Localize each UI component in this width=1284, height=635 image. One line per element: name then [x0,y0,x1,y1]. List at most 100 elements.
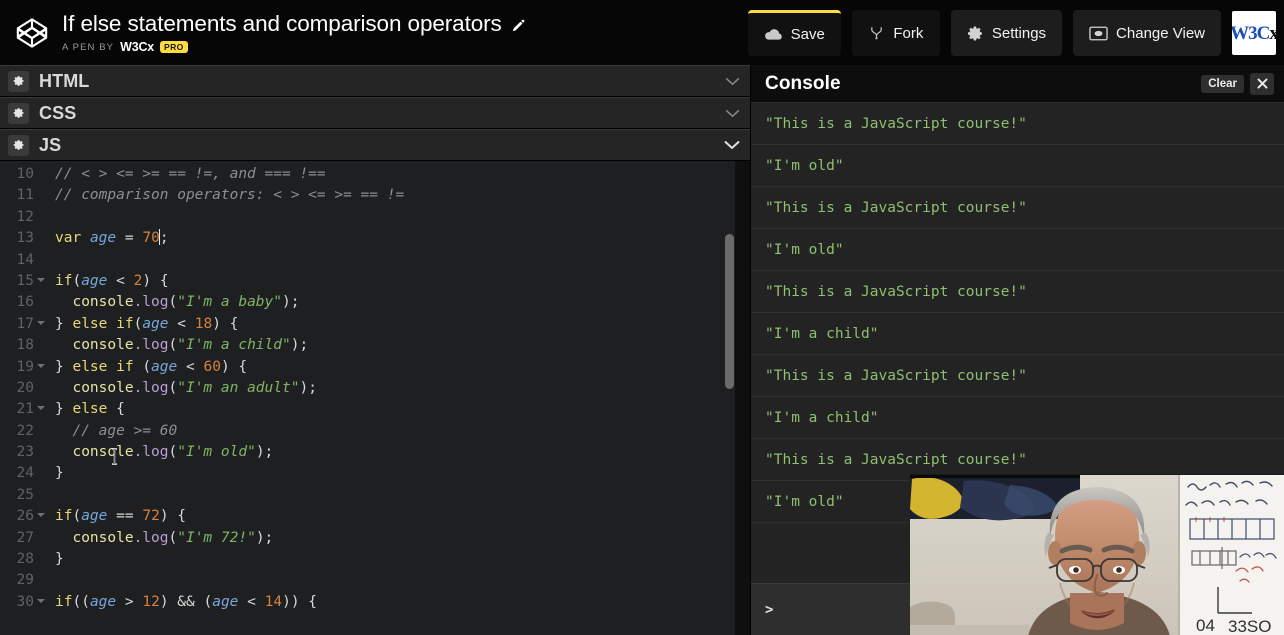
code-line[interactable]: console.log("I'm old"); [55,442,750,463]
svg-text:33SO: 33SO [1228,617,1271,635]
save-button[interactable]: Save [747,10,841,56]
line-number: 24 [16,465,34,482]
console-header-actions: Clear [1201,72,1274,95]
line-number: 21 [0,399,45,420]
editor-title-js: JS [39,134,62,155]
code-line[interactable]: if((age > 12) && (age < 14)) { [55,592,750,613]
gear-icon[interactable] [8,102,29,124]
editor-header-css[interactable]: CSS [0,97,750,129]
close-console-button[interactable] [1250,72,1274,95]
code-line[interactable]: if(age < 2) { [55,271,750,292]
line-number: 14 [16,251,34,268]
byline-username[interactable]: W3Cx [120,40,154,54]
body-area: HTML CSS JS 10 11 12 13 14 15 16 17 18 1… [0,65,1284,635]
console-log-entry: "This is a JavaScript course!" [751,271,1284,313]
line-number: 22 [16,422,34,439]
code-line[interactable]: console.log("I'm 72!"); [55,528,750,549]
line-number: 18 [16,337,34,354]
clear-console-button[interactable]: Clear [1201,74,1244,93]
console-log-entry: "I'm old" [751,229,1284,271]
console-log-entry: "I'm a child" [751,397,1284,439]
codepen-logo-icon[interactable] [14,15,50,51]
line-number: 16 [16,294,34,311]
w3cx-logo-blue: W3C [1232,22,1270,44]
top-bar: If else statements and comparison operat… [0,0,1284,65]
fork-icon [868,25,885,41]
line-number: 29 [16,572,34,589]
code-line[interactable] [55,250,750,271]
code-line[interactable]: } else if(age < 18) { [55,314,750,335]
line-number: 13 [16,230,34,247]
gear-icon [967,25,984,42]
pen-title-block: If else statements and comparison operat… [62,11,527,54]
console-header: Console Clear [751,65,1284,103]
gear-icon[interactable] [8,70,29,92]
console-log-entry: "This is a JavaScript course!" [751,103,1284,145]
code-line[interactable] [55,207,750,228]
code-content[interactable]: // < > <= >= == !=, and === !==// compar… [37,164,750,635]
code-line[interactable]: if(age == 72) { [55,506,750,527]
pro-badge: PRO [160,40,188,54]
pen-title-row: If else statements and comparison operat… [62,11,527,37]
console-title: Console [765,72,841,94]
editor-title-html: HTML [39,70,90,91]
code-scroll-area[interactable]: 10 11 12 13 14 15 16 17 18 19 20 21 22 23 24 25 26 27 28 29… [0,161,750,635]
change-view-button-label: Change View [1116,24,1205,42]
code-line[interactable]: // < > <= >= == !=, and === !== [55,164,750,185]
account-avatar[interactable]: W3Cx [1232,11,1276,55]
editor-header-html[interactable]: HTML [0,65,750,97]
svg-text:04: 04 [1196,616,1215,635]
line-number: 27 [16,529,34,546]
w3cx-logo-text: W3Cx [1232,24,1276,43]
code-line[interactable]: console.log("I'm an adult"); [55,378,750,399]
fork-button[interactable]: Fork [851,10,940,56]
chevron-down-icon[interactable] [723,104,741,122]
settings-button[interactable]: Settings [950,10,1063,56]
code-line[interactable]: // comparison operators: < > <= >= == != [55,185,750,206]
console-log-entry: "I'm a child" [751,313,1284,355]
line-number: 30 [0,592,45,613]
line-number: 23 [16,444,34,461]
console-prompt-icon: > [765,601,774,618]
presenter-webcam-overlay[interactable]: 04 33SO [910,474,1284,635]
code-line[interactable] [55,570,750,591]
byline: A PEN BY W3Cx PRO [62,40,527,54]
code-editor-js[interactable]: 10 11 12 13 14 15 16 17 18 19 20 21 22 23 24 25 26 27 28 29… [0,161,750,635]
editor-title-css: CSS [39,102,77,123]
settings-button-label: Settings [991,24,1047,42]
gear-icon[interactable] [8,134,29,156]
code-line[interactable]: } [55,463,750,484]
change-view-icon [1089,26,1108,41]
save-button-label: Save [790,26,825,43]
webcam-video-frame: 04 33SO [910,475,1284,635]
line-number: 19 [0,357,45,378]
page-title: If else statements and comparison operat… [62,11,502,36]
code-scrollbar-thumb[interactable] [725,234,734,389]
code-line[interactable]: console.log("I'm a child"); [55,335,750,356]
code-line[interactable]: // age >= 60 [55,421,750,442]
chevron-down-icon[interactable] [723,136,741,154]
topbar-actions: Save Fork Settings Change View W3Cx [747,0,1276,65]
line-number: 12 [16,208,34,225]
editor-header-js[interactable]: JS [0,129,750,161]
code-line[interactable]: } else if (age < 60) { [55,357,750,378]
code-line[interactable] [55,485,750,506]
code-line[interactable]: var age = 70; [55,228,750,249]
console-log-entry: "This is a JavaScript course!" [751,355,1284,397]
line-number: 15 [0,271,45,292]
line-number: 28 [16,551,34,568]
code-line[interactable]: } [55,549,750,570]
chevron-down-icon[interactable] [723,72,741,90]
code-line[interactable]: console.log("I'm a baby"); [55,292,750,313]
console-log-entry: "This is a JavaScript course!" [751,187,1284,229]
pencil-edit-icon[interactable] [511,17,527,33]
editor-right-rail [735,161,750,635]
fork-button-label: Fork [893,24,924,42]
code-scrollbar[interactable] [725,161,734,635]
change-view-button[interactable]: Change View [1073,10,1221,56]
code-line[interactable]: } else { [55,399,750,420]
codepen-app: If else statements and comparison operat… [0,0,1284,635]
console-panel: Console Clear "This is a JavaScript cour… [751,65,1284,635]
cloud-save-icon [764,28,783,42]
byline-label: A PEN BY [62,41,115,53]
